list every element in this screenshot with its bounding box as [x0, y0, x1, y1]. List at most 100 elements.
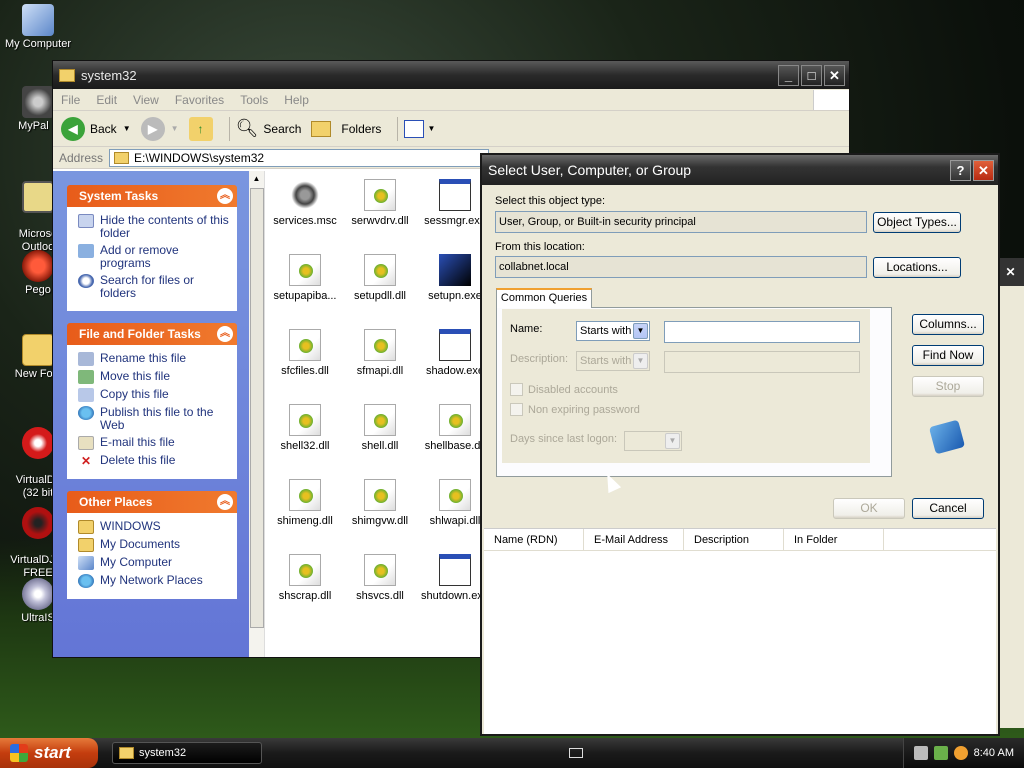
- scroll-thumb[interactable]: [250, 188, 264, 628]
- name-mode-select[interactable]: Starts with ▼: [576, 321, 650, 341]
- minimize-button[interactable]: _: [778, 64, 799, 86]
- place-windows[interactable]: WINDOWS: [78, 520, 230, 534]
- place-my-documents[interactable]: My Documents: [78, 538, 230, 552]
- object-types-button[interactable]: Object Types...: [873, 212, 961, 233]
- collapse-icon[interactable]: ︽: [217, 326, 233, 342]
- column-folder[interactable]: In Folder: [784, 529, 884, 550]
- chevron-down-icon: ▼: [122, 124, 131, 133]
- system-tasks-header[interactable]: System Tasks ︽: [67, 185, 237, 207]
- description-mode-select[interactable]: Starts with ▼: [576, 351, 650, 371]
- menu-view[interactable]: View: [133, 93, 159, 107]
- taskbar-item-system32[interactable]: system32: [112, 742, 262, 764]
- ok-button[interactable]: OK: [833, 498, 905, 519]
- task-rename[interactable]: Rename this file: [78, 352, 230, 366]
- toolbar-separator: [397, 116, 399, 141]
- explorer-titlebar[interactable]: system32 _ □ ✕: [53, 61, 849, 89]
- file-item[interactable]: serwvdrv.dll: [340, 179, 420, 227]
- vertical-scrollbar[interactable]: ▲: [249, 171, 265, 657]
- description-input[interactable]: [664, 351, 860, 373]
- column-name[interactable]: Name (RDN): [484, 529, 584, 550]
- maximize-button[interactable]: □: [801, 64, 822, 86]
- up-folder-icon: ↑: [188, 116, 213, 141]
- toolbar: ◀ Back ▼ ▶ ▼ ↑ 🔍︎ Search Folders ▼: [53, 111, 849, 147]
- address-input[interactable]: E:\WINDOWS\system32: [109, 148, 490, 167]
- locations-button[interactable]: Locations...: [873, 257, 961, 278]
- task-hide-contents[interactable]: Hide the contents of this folder: [78, 214, 230, 240]
- collapse-icon[interactable]: ︽: [217, 188, 233, 204]
- start-button[interactable]: start: [0, 738, 98, 768]
- file-item[interactable]: shimgvw.dll: [340, 479, 420, 527]
- close-button[interactable]: ✕: [973, 159, 994, 181]
- menu-file[interactable]: File: [61, 93, 80, 107]
- menu-edit[interactable]: Edit: [96, 93, 117, 107]
- forward-button[interactable]: ▶ ▼: [140, 116, 179, 141]
- file-item[interactable]: shell32.dll: [265, 404, 345, 452]
- file-item[interactable]: sfcfiles.dll: [265, 329, 345, 377]
- task-delete[interactable]: ✕ Delete this file: [78, 454, 230, 469]
- column-email[interactable]: E-Mail Address: [584, 529, 684, 550]
- find-now-button[interactable]: Find Now: [912, 345, 984, 366]
- stop-button[interactable]: Stop: [912, 376, 984, 397]
- file-item[interactable]: services.msc: [265, 179, 345, 227]
- help-button[interactable]: ?: [950, 159, 971, 181]
- place-my-network[interactable]: My Network Places: [78, 574, 230, 588]
- task-email[interactable]: E-mail this file: [78, 436, 230, 450]
- tray-search-icon[interactable]: [953, 746, 968, 760]
- place-my-computer[interactable]: My Computer: [78, 556, 230, 570]
- non-expiring-checkbox[interactable]: Non expiring password: [510, 403, 640, 416]
- file-item[interactable]: setupdll.dll: [340, 254, 420, 302]
- task-publish[interactable]: Publish this file to the Web: [78, 406, 230, 432]
- cancel-button[interactable]: Cancel: [912, 498, 984, 519]
- file-item[interactable]: shimeng.dll: [265, 479, 345, 527]
- menu-favorites[interactable]: Favorites: [175, 93, 224, 107]
- checkbox-box: [510, 383, 523, 396]
- tray-app-icon[interactable]: [913, 746, 928, 760]
- menu-help[interactable]: Help: [284, 93, 309, 107]
- clock[interactable]: 8:40 AM: [974, 747, 1014, 759]
- file-item[interactable]: setupapiba...: [265, 254, 345, 302]
- close-button[interactable]: ✕: [824, 64, 845, 86]
- folders-button[interactable]: Folders: [311, 120, 381, 137]
- other-places-header[interactable]: Other Places ︽: [67, 491, 237, 513]
- file-item[interactable]: shell.dll: [340, 404, 420, 452]
- file-item[interactable]: sfmapi.dll: [340, 329, 420, 377]
- task-search-files[interactable]: Search for files or folders: [78, 274, 230, 300]
- task-add-remove[interactable]: Add or remove programs: [78, 244, 230, 270]
- mypal-icon: [22, 86, 54, 118]
- up-button[interactable]: ↑: [188, 116, 213, 141]
- task-label: E-mail this file: [100, 435, 175, 449]
- close-icon[interactable]: ✕: [997, 258, 1024, 286]
- file-item[interactable]: shsvcs.dll: [340, 554, 420, 602]
- menu-tools[interactable]: Tools: [240, 93, 268, 107]
- columns-button[interactable]: Columns...: [912, 314, 984, 335]
- column-description[interactable]: Description: [684, 529, 784, 550]
- collapse-icon[interactable]: ︽: [217, 494, 233, 510]
- results-header: Name (RDN) E-Mail Address Description In…: [484, 529, 996, 551]
- folder-icon: [22, 334, 54, 366]
- location-field[interactable]: collabnet.local: [495, 256, 867, 278]
- desktop-icon-my-computer[interactable]: My Computer: [0, 4, 76, 51]
- days-since-select[interactable]: ▼: [624, 431, 682, 451]
- views-button[interactable]: ▼: [404, 119, 435, 138]
- dll-file-icon: [364, 329, 396, 361]
- search-button[interactable]: 🔍︎ Search: [236, 118, 302, 139]
- file-item[interactable]: shscrap.dll: [265, 554, 345, 602]
- disabled-accounts-checkbox[interactable]: Disabled accounts: [510, 383, 618, 396]
- tray-network-icon[interactable]: [933, 746, 948, 760]
- task-label: Publish this file to the Web: [100, 405, 214, 432]
- task-label: Hide the contents of this folder: [100, 213, 229, 240]
- keyboard-icon[interactable]: [569, 748, 584, 758]
- forward-arrow-icon: ▶: [140, 116, 165, 141]
- tab-common-queries[interactable]: Common Queries: [496, 288, 592, 308]
- task-move[interactable]: Move this file: [78, 370, 230, 384]
- query-fields-panel: Name: Starts with ▼ Description: Starts …: [502, 309, 870, 463]
- back-button[interactable]: ◀ Back ▼: [61, 116, 131, 141]
- dll-file-icon: [289, 329, 321, 361]
- scroll-up-icon[interactable]: ▲: [249, 171, 264, 187]
- dialog-titlebar[interactable]: Select User, Computer, or Group ? ✕: [482, 155, 998, 185]
- file-folder-tasks-header[interactable]: File and Folder Tasks ︽: [67, 323, 237, 345]
- name-input[interactable]: [664, 321, 860, 343]
- object-type-field[interactable]: User, Group, or Built-in security princi…: [495, 211, 867, 233]
- search-results-list[interactable]: Name (RDN) E-Mail Address Description In…: [484, 528, 996, 734]
- task-copy[interactable]: Copy this file: [78, 388, 230, 402]
